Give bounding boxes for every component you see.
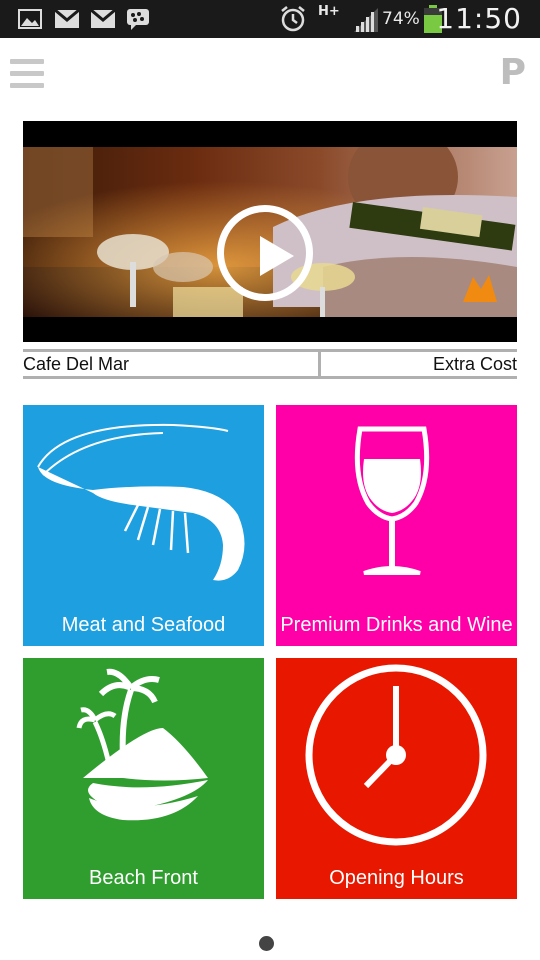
tile-label: Premium Drinks and Wine [280, 614, 513, 636]
gmail-icon [90, 9, 116, 28]
shrimp-icon [37, 423, 245, 581]
app-logo: P [499, 52, 526, 93]
clock-icon [305, 664, 487, 846]
wine-glass-icon [354, 426, 430, 575]
island-icon [76, 668, 208, 821]
status-bar: H+ 74% 11:50 [0, 0, 540, 38]
gmail-icon [54, 9, 80, 28]
tile-label: Opening Hours [329, 867, 464, 889]
app-bar: P [0, 38, 540, 114]
page-indicator-dot [259, 936, 274, 951]
play-icon[interactable] [217, 205, 313, 301]
hamburger-icon[interactable] [10, 59, 44, 93]
tile-label: Beach Front [89, 867, 198, 889]
extra-cost-label: Extra Cost [432, 354, 517, 374]
alarm-icon [281, 6, 305, 32]
video-info-row: Cafe Del Mar Extra Cost [23, 349, 517, 379]
tile-label: Meat and Seafood [61, 614, 226, 636]
battery-percent: 74% [382, 9, 420, 29]
tile-meat-seafood[interactable]: Meat and Seafood [23, 405, 264, 646]
bbm-icon [127, 9, 149, 30]
video-player[interactable] [23, 121, 517, 342]
tile-beach-front[interactable]: Beach Front [23, 658, 264, 899]
signal-icon [354, 8, 378, 32]
image-icon [18, 9, 42, 29]
tile-opening-hours[interactable]: Opening Hours [276, 658, 517, 899]
venue-cell: Cafe Del Mar [23, 352, 321, 376]
clock-time: 11:50 [436, 2, 522, 35]
network-type: H+ [318, 4, 340, 19]
tile-premium-drinks[interactable]: Premium Drinks and Wine [276, 405, 517, 646]
venue-title: Cafe Del Mar [23, 354, 130, 374]
video-thumbnail [23, 147, 517, 317]
